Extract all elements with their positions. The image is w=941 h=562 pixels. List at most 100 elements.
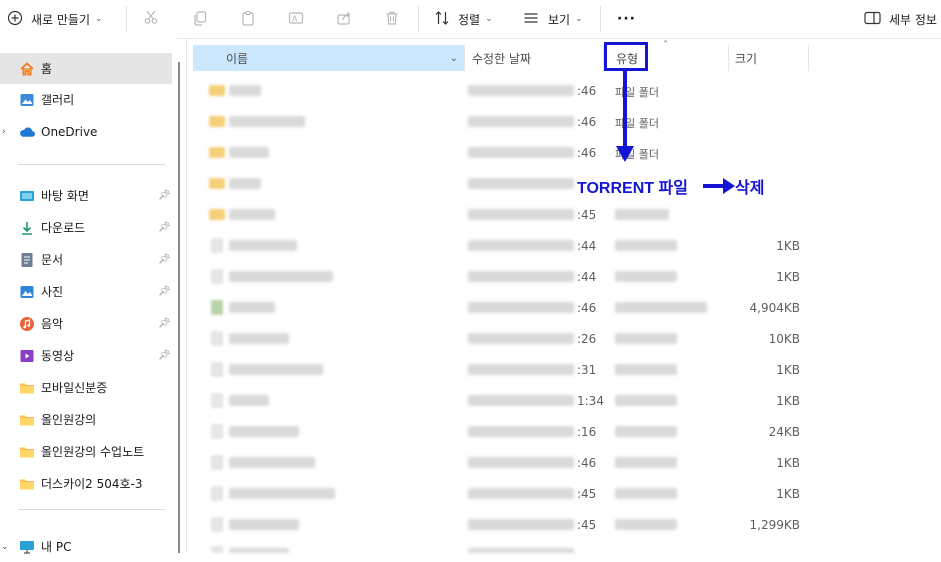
- sidebar-item-gallery[interactable]: 갤러리: [0, 84, 172, 115]
- column-header-label: 이름: [226, 51, 249, 66]
- table-row[interactable]: [193, 168, 941, 199]
- chevron-down-icon[interactable]: ⌄: [450, 53, 458, 64]
- sidebar-item-folder[interactable]: 올인원강의 수업노트: [0, 436, 172, 467]
- pane-divider[interactable]: [186, 38, 187, 553]
- sidebar-item-label: 올인원강의 수업노트: [41, 445, 145, 459]
- new-button[interactable]: 새로 만들기 ⌄: [7, 0, 103, 38]
- sidebar-item-folder[interactable]: 더스카이2 504호-3: [0, 468, 172, 499]
- gallery-icon: [19, 92, 35, 108]
- row-size: 1KB: [776, 270, 800, 284]
- sidebar-item-folder[interactable]: 모바일신분증: [0, 372, 172, 403]
- sidebar-item-onedrive[interactable]: › OneDrive: [0, 116, 172, 147]
- share-button[interactable]: [336, 0, 352, 38]
- table-row[interactable]: :46 파일 폴더: [193, 106, 941, 137]
- sidebar-item-videos[interactable]: 동영상 📌︎: [0, 340, 172, 371]
- row-size: 1,299KB: [749, 518, 800, 532]
- table-row[interactable]: :45: [193, 199, 941, 230]
- sidebar-item-folder[interactable]: 올인원강의: [0, 404, 172, 435]
- table-row[interactable]: :44 1KB: [193, 261, 941, 292]
- row-date: 1:34: [577, 394, 604, 408]
- sidebar-item-label: 올인원강의: [41, 413, 97, 427]
- pc-icon: [19, 539, 35, 555]
- svg-text:A: A: [292, 14, 298, 23]
- row-size: 1KB: [776, 363, 800, 377]
- row-size: 1KB: [776, 239, 800, 253]
- cut-button[interactable]: [143, 0, 159, 38]
- table-row[interactable]: :16 24KB: [193, 416, 941, 447]
- sidebar-item-desktop[interactable]: 바탕 화면 📌︎: [0, 180, 172, 211]
- sidebar-item-this-pc[interactable]: ⌄ 내 PC: [0, 531, 172, 562]
- table-row[interactable]: :26 10KB: [193, 323, 941, 354]
- row-size: 1KB: [776, 394, 800, 408]
- sidebar-item-documents[interactable]: 문서 📌︎: [0, 244, 172, 275]
- sidebar-item-music[interactable]: 음악 📌︎: [0, 308, 172, 339]
- row-size: 4,904KB: [749, 301, 800, 315]
- view-button-label: 보기: [548, 12, 571, 27]
- table-row[interactable]: :31 1KB: [193, 354, 941, 385]
- pin-icon[interactable]: 📌︎: [158, 350, 171, 361]
- annotation-highlight-box: [604, 42, 648, 71]
- sidebar-item-label: 더스카이2 504호-3: [41, 477, 143, 491]
- table-row[interactable]: :46 4,904KB: [193, 292, 941, 323]
- navigation-pane: 홈 갤러리 › OneDrive 바탕 화면 📌︎ 다운로드 📌︎ 문서 📌︎: [0, 38, 176, 554]
- column-header-date[interactable]: 수정한 날짜: [472, 45, 600, 71]
- table-row[interactable]: :44 1KB: [193, 230, 941, 261]
- sidebar-item-downloads[interactable]: 다운로드 📌︎: [0, 212, 172, 243]
- row-date: :45: [577, 518, 597, 532]
- video-icon: [19, 348, 35, 364]
- annotation-down-arrow: [616, 70, 634, 162]
- sidebar-item-label: 사진: [41, 285, 64, 299]
- sort-button[interactable]: 정렬 ⌄: [434, 0, 493, 38]
- row-date: :31: [577, 363, 597, 377]
- view-list-icon: [523, 10, 539, 29]
- row-date: :45: [577, 487, 597, 501]
- sidebar-item-label: 갤러리: [41, 93, 75, 107]
- sidebar-item-label: 다운로드: [41, 221, 86, 235]
- row-date: :46: [577, 301, 597, 315]
- more-options-button[interactable]: ···: [617, 0, 636, 38]
- sidebar-item-label: 문서: [41, 253, 64, 267]
- document-icon: [19, 252, 35, 268]
- new-button-label: 새로 만들기: [31, 12, 91, 27]
- chevron-down-icon: ⌄: [575, 14, 583, 24]
- delete-button[interactable]: [384, 0, 400, 38]
- table-row[interactable]: :45 1KB: [193, 478, 941, 509]
- sidebar-item-home[interactable]: 홈: [0, 53, 172, 84]
- sidebar-item-label: OneDrive: [41, 124, 98, 139]
- table-row[interactable]: :45 1,299KB: [193, 509, 941, 540]
- column-header-name[interactable]: 이름 ⌄: [193, 45, 464, 71]
- table-row[interactable]: 1:34 1KB: [193, 385, 941, 416]
- sidebar-item-pictures[interactable]: 사진 📌︎: [0, 276, 172, 307]
- row-size: 1KB: [776, 456, 800, 470]
- view-button[interactable]: 보기 ⌄: [523, 0, 583, 38]
- sort-icon: [434, 10, 450, 29]
- table-row[interactable]: :46 1KB: [193, 447, 941, 478]
- row-date: :44: [577, 270, 597, 284]
- pin-icon[interactable]: 📌︎: [158, 286, 171, 297]
- trash-icon: [384, 10, 400, 29]
- annotation-action-label: 삭제: [735, 180, 765, 197]
- pin-icon[interactable]: 📌︎: [158, 318, 171, 329]
- sidebar-scrollbar[interactable]: [178, 62, 180, 553]
- sort-button-label: 정렬: [458, 12, 481, 27]
- share-icon: [336, 10, 352, 29]
- copy-icon: [192, 10, 208, 29]
- rename-button[interactable]: A: [288, 0, 304, 38]
- row-date: :46: [577, 146, 597, 160]
- details-pane-button[interactable]: 세부 정보: [864, 0, 937, 38]
- annotation-right-arrow: [703, 178, 735, 194]
- table-row[interactable]: [193, 540, 941, 553]
- pin-icon[interactable]: 📌︎: [158, 254, 171, 265]
- column-header-size[interactable]: 크기: [735, 45, 805, 71]
- pin-icon[interactable]: 📌︎: [158, 222, 171, 233]
- details-pane-icon: [864, 11, 881, 28]
- command-bar: 새로 만들기 ⌄ A 정렬 ⌄ 보기 ⌄ ··· 세부 정보: [0, 0, 941, 39]
- sidebar-item-label: 동영상: [41, 349, 75, 363]
- pin-icon[interactable]: 📌︎: [158, 190, 171, 201]
- table-row[interactable]: :46 파일 폴더: [193, 137, 941, 168]
- copy-button[interactable]: [192, 0, 208, 38]
- folder-icon: [19, 380, 35, 396]
- cloud-icon: [19, 124, 35, 140]
- paste-button[interactable]: [240, 0, 256, 38]
- table-row[interactable]: :46 파일 폴더: [193, 75, 941, 106]
